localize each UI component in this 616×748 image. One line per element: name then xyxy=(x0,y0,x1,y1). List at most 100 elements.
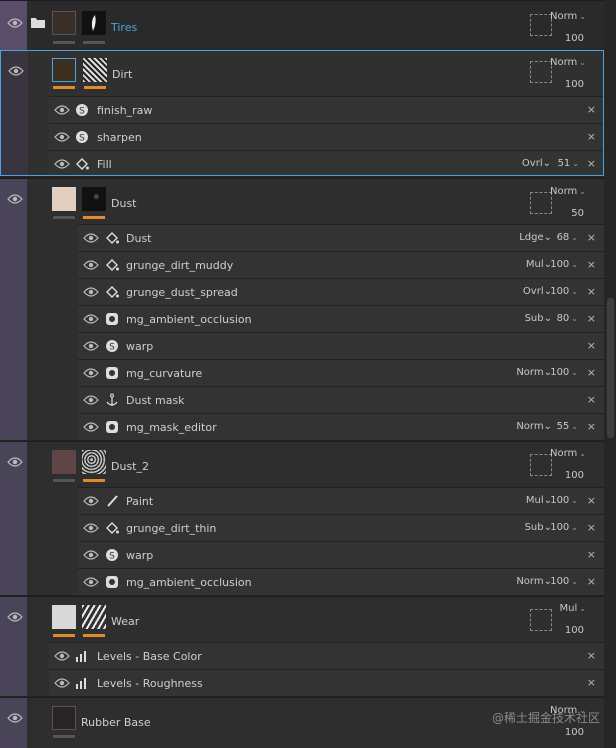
effect-row[interactable]: Fill Ovrl⌄ 51 ⌄ × xyxy=(49,150,603,175)
effect-row[interactable]: grunge_dirt_muddy Mul⌄ 100 ⌄ × xyxy=(78,251,604,278)
effect-row[interactable]: mg_ambient_occlusion Norm⌄ 100 ⌄ × xyxy=(78,568,604,595)
effect-row[interactable]: grunge_dust_spread Ovrl⌄ 100 ⌄ × xyxy=(78,278,604,305)
eye-icon[interactable] xyxy=(83,395,99,405)
blend-mode[interactable]: Norm⌄ xyxy=(516,576,552,587)
close-icon[interactable]: × xyxy=(587,312,596,325)
effect-row[interactable]: Dust mask × xyxy=(78,386,604,413)
close-icon[interactable]: × xyxy=(587,231,596,244)
effect-opacity[interactable]: 100 ⌄ xyxy=(550,259,578,270)
close-icon[interactable]: × xyxy=(587,649,596,662)
layer-opacity[interactable]: 100 xyxy=(565,625,584,636)
scrollbar[interactable] xyxy=(604,0,616,748)
eye-icon[interactable] xyxy=(83,341,99,351)
effect-row[interactable]: S finish_raw × xyxy=(49,96,603,123)
blend-mode[interactable]: Mul⌄ xyxy=(560,603,586,614)
layer-name[interactable]: Rubber Base xyxy=(81,716,151,729)
eye-icon[interactable] xyxy=(7,612,23,622)
close-icon[interactable]: × xyxy=(587,157,596,170)
layer-tires[interactable]: Tires Norm ⌄ 100 xyxy=(0,0,604,50)
blend-mode[interactable]: Sub⌄ xyxy=(525,313,552,324)
blend-mode[interactable]: Mul⌄ xyxy=(526,495,552,506)
blend-mode[interactable]: Norm⌄ xyxy=(550,57,586,68)
effect-row[interactable]: Swarp × xyxy=(78,541,604,568)
eye-icon[interactable] xyxy=(7,713,23,723)
scrollbar-thumb[interactable] xyxy=(607,298,614,438)
close-icon[interactable]: × xyxy=(587,575,596,588)
effect-opacity[interactable]: 100 ⌄ xyxy=(550,495,578,506)
eye-icon[interactable] xyxy=(83,496,99,506)
eye-icon[interactable] xyxy=(54,132,70,142)
eye-icon[interactable] xyxy=(54,651,70,661)
eye-icon[interactable] xyxy=(83,314,99,324)
layer-name[interactable]: Dust_2 xyxy=(111,460,149,473)
eye-icon[interactable] xyxy=(83,577,99,587)
effect-row[interactable]: Paint Mul⌄ 100 ⌄ × xyxy=(78,487,604,514)
effect-row[interactable]: Levels - Roughness × xyxy=(49,669,604,696)
eye-icon[interactable] xyxy=(83,368,99,378)
effect-opacity[interactable]: 100 ⌄ xyxy=(550,367,578,378)
close-icon[interactable]: × xyxy=(587,130,596,143)
eye-icon[interactable] xyxy=(7,18,23,28)
effect-row[interactable]: mg_ambient_occlusion Sub⌄ 80 ⌄ × xyxy=(78,305,604,332)
layer-name[interactable]: Tires xyxy=(111,21,137,34)
layer-name[interactable]: Dirt xyxy=(112,68,132,81)
eye-icon[interactable] xyxy=(83,233,99,243)
eye-icon[interactable] xyxy=(83,260,99,270)
eye-icon[interactable] xyxy=(7,457,23,467)
close-icon[interactable]: × xyxy=(587,420,596,433)
blend-mode[interactable]: Norm⌄ xyxy=(516,367,552,378)
close-icon[interactable]: × xyxy=(587,258,596,271)
blend-mode[interactable]: Sub⌄ xyxy=(525,522,552,533)
effect-row[interactable]: S sharpen × xyxy=(49,123,603,150)
close-icon[interactable]: × xyxy=(587,521,596,534)
effect-row[interactable]: mg_mask_editor Norm⌄ 55 ⌄ × xyxy=(78,413,604,440)
close-icon[interactable]: × xyxy=(587,548,596,561)
layer-opacity[interactable]: 100 xyxy=(565,727,584,738)
blend-mode[interactable]: Mul⌄ xyxy=(526,259,552,270)
effect-opacity[interactable]: 100 ⌄ xyxy=(550,522,578,533)
blend-mode[interactable]: Norm⌄ xyxy=(550,11,586,22)
blend-placeholder xyxy=(530,61,552,83)
blend-mode[interactable]: Norm⌄ xyxy=(550,448,586,459)
eye-icon[interactable] xyxy=(54,105,70,115)
effect-row[interactable]: Levels - Base Color × xyxy=(49,642,604,669)
effect-opacity[interactable]: 100 ⌄ xyxy=(550,286,578,297)
layer-name[interactable]: Dust xyxy=(111,197,137,210)
effect-row[interactable]: Dust Ldge⌄ 68 ⌄ × xyxy=(78,224,604,251)
eye-icon[interactable] xyxy=(83,422,99,432)
close-icon[interactable]: × xyxy=(587,285,596,298)
effect-row[interactable]: Swarp × xyxy=(78,332,604,359)
mask-thumbnail xyxy=(83,58,107,82)
close-icon[interactable]: × xyxy=(587,366,596,379)
eye-icon[interactable] xyxy=(54,159,70,169)
blend-mode[interactable]: Norm⌄ xyxy=(516,421,552,432)
effect-opacity[interactable]: 68 ⌄ xyxy=(557,232,578,243)
eye-icon[interactable] xyxy=(83,523,99,533)
close-icon[interactable]: × xyxy=(587,393,596,406)
layer-opacity[interactable]: 100 xyxy=(565,79,584,90)
close-icon[interactable]: × xyxy=(587,676,596,689)
eye-icon[interactable] xyxy=(7,194,23,204)
effect-opacity[interactable]: 55 ⌄ xyxy=(557,421,578,432)
layer-opacity[interactable]: 100 xyxy=(565,33,584,44)
blend-mode[interactable]: Ovrl⌄ xyxy=(523,286,552,297)
layer-thumbnail xyxy=(52,11,76,35)
blend-mode[interactable]: Ovrl⌄ xyxy=(522,158,551,169)
eye-icon[interactable] xyxy=(83,287,99,297)
eye-icon[interactable] xyxy=(54,678,70,688)
close-icon[interactable]: × xyxy=(587,339,596,352)
effect-opacity[interactable]: 100 ⌄ xyxy=(550,576,578,587)
close-icon[interactable]: × xyxy=(587,103,596,116)
layer-opacity[interactable]: 100 xyxy=(565,470,584,481)
blend-mode[interactable]: Norm⌄ xyxy=(550,186,586,197)
close-icon[interactable]: × xyxy=(587,494,596,507)
eye-icon[interactable] xyxy=(83,550,99,560)
effect-row[interactable]: grunge_dirt_thin Sub⌄ 100 ⌄ × xyxy=(78,514,604,541)
layer-opacity[interactable]: 50 xyxy=(571,208,584,219)
layer-name[interactable]: Wear xyxy=(111,615,139,628)
effect-opacity[interactable]: 51 ⌄ xyxy=(558,158,579,169)
effect-row[interactable]: mg_curvature Norm⌄ 100 ⌄ × xyxy=(78,359,604,386)
eye-icon[interactable] xyxy=(8,66,24,76)
blend-mode[interactable]: Ldge⌄ xyxy=(519,232,552,243)
effect-opacity[interactable]: 80 ⌄ xyxy=(557,313,578,324)
